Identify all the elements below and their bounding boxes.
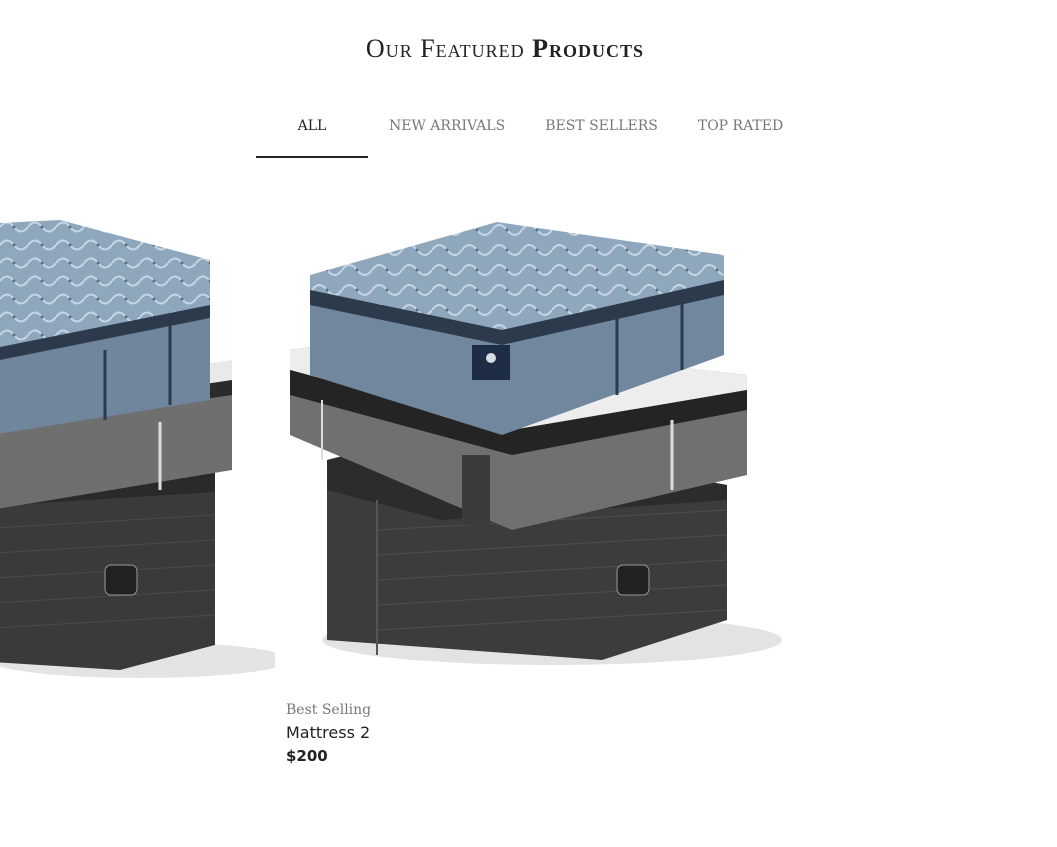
- mattress-stack-image: [0, 220, 275, 678]
- product-image-2[interactable]: [282, 200, 782, 690]
- product-filter-tabs: ALL NEW ARRIVALS BEST SELLERS TOP RATED: [256, 108, 783, 158]
- tab-top-rated[interactable]: TOP RATED: [698, 108, 783, 158]
- tab-best-sellers[interactable]: BEST SELLERS: [545, 108, 658, 158]
- section-title: Our Featured Products: [0, 34, 1010, 64]
- section-title-bold: Products: [532, 34, 645, 63]
- product-tag: Best Selling: [286, 702, 372, 718]
- product-name-link[interactable]: Mattress 2: [286, 721, 371, 745]
- product-price: $200: [286, 747, 328, 765]
- tab-new-arrivals[interactable]: NEW ARRIVALS: [389, 108, 505, 158]
- tab-all[interactable]: ALL: [256, 108, 368, 158]
- product-image-1[interactable]: [0, 200, 275, 690]
- section-title-light: Our Featured: [365, 34, 525, 63]
- mattress-stack-image: [290, 222, 782, 665]
- product-card-2: Best Selling Mattress 2 $200: [286, 700, 371, 767]
